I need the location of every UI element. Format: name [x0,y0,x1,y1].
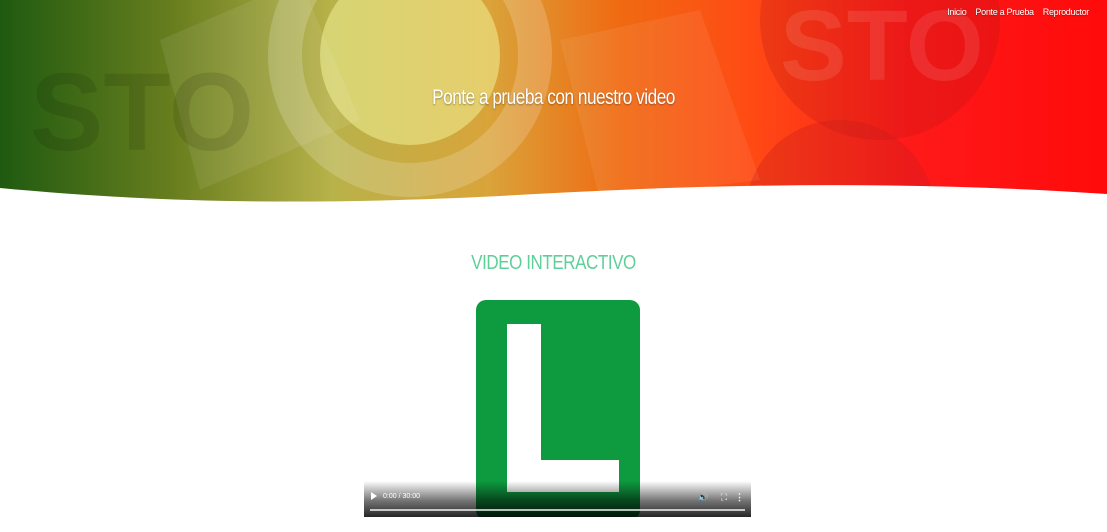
nav-ponte-a-prueba[interactable]: Ponte a Prueba [975,7,1034,17]
nav-reproductor[interactable]: Reproductor [1043,7,1090,17]
volume-icon[interactable]: 🔊 [698,491,709,503]
play-icon[interactable] [371,492,377,500]
hero-wave-divider [0,185,1107,220]
video-controls: 0:00 / 30:00 🔊 ⛶ ⋮ [364,481,751,517]
hero-title: Ponte a prueba con nuestro video [432,86,675,109]
video-time: 0:00 / 30:00 [383,493,420,500]
fullscreen-icon[interactable]: ⛶ [721,491,727,503]
video-progress-bar[interactable] [370,509,745,511]
video-player[interactable]: 0:00 / 30:00 🔊 ⛶ ⋮ [364,296,751,517]
svg-text:STO: STO [30,51,254,174]
top-nav: Inicio Ponte a Prueba Reproductor [947,7,1089,17]
nav-inicio[interactable]: Inicio [947,7,967,17]
more-options-icon[interactable]: ⋮ [735,491,744,503]
section-title: VIDEO INTERACTIVO [471,252,636,274]
